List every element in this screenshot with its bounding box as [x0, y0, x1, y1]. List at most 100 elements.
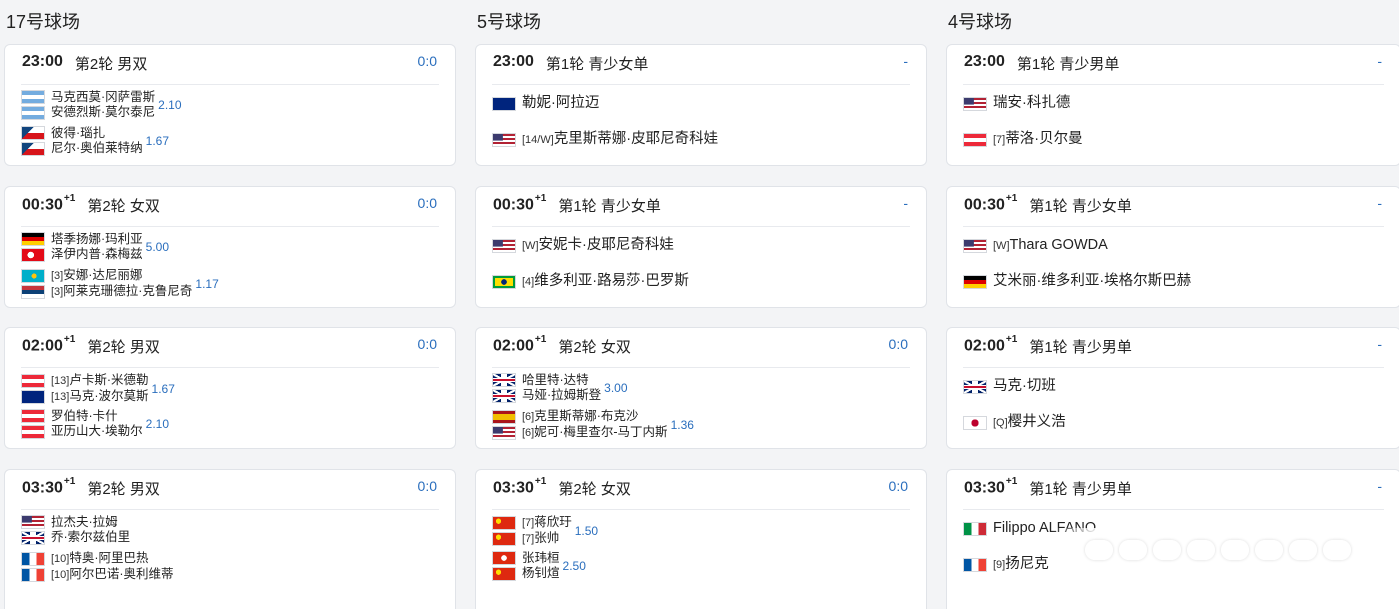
team-flags — [492, 551, 516, 581]
team-row[interactable]: 罗伯特·卡什 亚历山大·埃勒尔 2.10 — [21, 409, 439, 439]
player-name-text: 瑞安·科扎德 — [993, 95, 1071, 111]
match-score: 0:0 — [417, 478, 437, 494]
team-row[interactable]: [6]克里斯蒂娜·布克沙 [6]妮可·梅里查尔-马丁内斯 1.36 — [492, 409, 910, 441]
team-row[interactable]: 马克西莫·冈萨雷斯 安德烈斯·莫尔泰尼 2.10 — [21, 90, 439, 120]
placeholder-pill — [1323, 540, 1351, 560]
player-name-text: 尼尔·奥伯莱特纳 — [51, 141, 143, 155]
match-time-text: 03:30 — [964, 479, 1005, 497]
team-row[interactable]: 瑞安·科扎德 — [963, 96, 1384, 111]
team-row[interactable]: [W]安妮卡·皮耶尼奇科娃 — [492, 238, 910, 254]
betting-odds[interactable]: 2.50 — [563, 559, 586, 573]
team-flags — [21, 409, 45, 439]
team-row[interactable]: 勒妮·阿拉迈 — [492, 96, 910, 111]
team-row[interactable]: [W]Thara GOWDA — [963, 238, 1384, 254]
player-name: [4]维多利亚·路易莎·巴罗斯 — [522, 274, 689, 290]
court-title: 4号球场 — [948, 12, 1013, 32]
court-column: 17号球场 23:00 第2轮 男双 0:0 马克西莫·冈萨雷斯 安德烈斯·莫尔泰尼 2.1… — [4, 0, 458, 609]
match-card[interactable]: 00:30+1 第2轮 女双 0:0 塔季扬娜·玛利亚 泽伊内普·森梅兹 5.00 [3]安… — [4, 186, 456, 308]
player-names: 拉杰夫·拉姆 乔·索尔兹伯里 — [51, 515, 130, 545]
flag-icon — [963, 521, 987, 536]
player-name: [6]妮可·梅里查尔-马丁内斯 — [522, 425, 668, 441]
team-row[interactable]: 拉杰夫·拉姆 乔·索尔兹伯里 — [21, 515, 439, 545]
match-card[interactable]: 23:00 第1轮 青少男单 - 瑞安·科扎德 [7]蒂洛·贝尔曼 — [946, 44, 1399, 166]
betting-odds[interactable]: 3.00 — [604, 381, 627, 395]
flag-icon — [492, 551, 516, 565]
player-seed: [W] — [522, 240, 539, 252]
player-name: 杨钊煊 — [522, 566, 560, 581]
flag-icon — [21, 374, 45, 388]
match-card[interactable]: 00:30+1 第1轮 青少女单 - [W]安妮卡·皮耶尼奇科娃 [4]维多利亚·路易莎… — [475, 186, 927, 308]
placeholder-pill — [1153, 540, 1181, 560]
team-row[interactable]: 艾米丽·维多利亚·埃格尔斯巴赫 — [963, 274, 1384, 289]
team-row[interactable]: [7]蒂洛·贝尔曼 — [963, 132, 1384, 148]
team-row[interactable]: 塔季扬娜·玛利亚 泽伊内普·森梅兹 5.00 — [21, 232, 439, 262]
betting-odds[interactable]: 2.10 — [146, 417, 169, 431]
match-score: - — [1377, 53, 1382, 69]
team-row[interactable]: 哈里特·达特 马娅·拉姆斯登 3.00 — [492, 373, 910, 403]
match-time-text: 03:30 — [22, 479, 63, 497]
player-name-text: 泽伊内普·森梅兹 — [51, 247, 143, 261]
player-name-text: 阿莱克珊德拉·克鲁尼奇 — [63, 284, 193, 298]
placeholder-pill — [1085, 540, 1113, 560]
team-row[interactable]: [13]卢卡斯·米德勒 [13]马克·波尔莫斯 1.67 — [21, 373, 439, 405]
player-name-text: 张玮桓 — [522, 551, 560, 565]
player-name-text: 哈里特·达特 — [522, 373, 589, 387]
match-score: - — [1377, 195, 1382, 211]
match-card[interactable]: 02:00+1 第1轮 青少男单 - 马克·切班 [Q]樱井义浩 — [946, 327, 1399, 449]
player-name-text: 马克·切班 — [993, 378, 1056, 394]
player-names: [7]蒂洛·贝尔曼 — [993, 132, 1083, 148]
team-flags — [21, 126, 45, 156]
player-name: 马娅·拉姆斯登 — [522, 388, 601, 403]
team-row[interactable]: [Q]樱井义浩 — [963, 415, 1384, 431]
match-score: 0:0 — [417, 53, 437, 69]
flag-icon — [21, 568, 45, 582]
team-row[interactable]: [4]维多利亚·路易莎·巴罗斯 — [492, 274, 910, 290]
betting-odds[interactable]: 2.10 — [158, 98, 181, 112]
match-time: 02:00+1 — [22, 334, 75, 355]
player-name: 马克·切班 — [993, 379, 1056, 394]
betting-odds[interactable]: 1.36 — [671, 418, 694, 432]
betting-odds[interactable]: 1.67 — [152, 382, 175, 396]
match-score: - — [903, 195, 908, 211]
player-name-text: 安德烈斯·莫尔泰尼 — [51, 105, 156, 119]
team-row[interactable]: [10]特奥·阿里巴热 [10]阿尔巴诺·奥利维蒂 — [21, 551, 439, 583]
flag-icon — [492, 426, 516, 440]
betting-odds[interactable]: 1.17 — [195, 277, 218, 291]
team-row[interactable]: [3]安娜·达尼丽娜 [3]阿莱克珊德拉·克鲁尼奇 1.17 — [21, 268, 439, 300]
flag-icon — [21, 106, 45, 120]
team-row[interactable]: 张玮桓 杨钊煊 2.50 — [492, 551, 910, 581]
player-names: 勒妮·阿拉迈 — [522, 96, 599, 111]
team-flags — [963, 416, 987, 430]
placeholder-pill — [1221, 540, 1249, 560]
player-seed: [6] — [522, 411, 535, 423]
match-card[interactable]: 03:30+1 第2轮 男双 0:0 拉杰夫·拉姆 乔·索尔兹伯里 [10]特奥·阿里巴热… — [4, 469, 456, 609]
match-card[interactable]: 00:30+1 第1轮 青少女单 - [W]Thara GOWDA 艾米丽·维多利亚·埃… — [946, 186, 1399, 308]
player-name: 尼尔·奥伯莱特纳 — [51, 141, 143, 156]
player-name-text: 张帅 — [534, 531, 560, 545]
betting-odds[interactable]: 1.67 — [146, 134, 169, 148]
court-column: 5号球场 23:00 第1轮 青少女单 - 勒妮·阿拉迈 [14/W]克里斯蒂娜·皮耶尼奇… — [475, 0, 929, 609]
match-card[interactable]: 23:00 第2轮 男双 0:0 马克西莫·冈萨雷斯 安德烈斯·莫尔泰尼 2.10 彼得·瑙… — [4, 44, 456, 166]
player-name-text: 樱井义浩 — [1007, 414, 1066, 430]
player-name-text: 彼得·瑙扎 — [51, 126, 106, 140]
team-row[interactable]: [14/W]克里斯蒂娜·皮耶尼奇科娃 — [492, 132, 910, 148]
match-time-text: 00:30 — [22, 196, 63, 214]
match-score: 0:0 — [888, 336, 908, 352]
match-round: 第1轮 青少男单 — [1029, 339, 1132, 356]
match-header: 02:00+1 第2轮 男双 0:0 — [22, 334, 437, 358]
match-card[interactable]: 02:00+1 第2轮 女双 0:0 哈里特·达特 马娅·拉姆斯登 3.00 [6]克里斯蒂… — [475, 327, 927, 449]
player-name-text: 安娜·达尼丽娜 — [63, 268, 143, 282]
team-row[interactable]: 马克·切班 — [963, 379, 1384, 394]
player-names: [W]Thara GOWDA — [993, 238, 1108, 254]
betting-odds[interactable]: 5.00 — [146, 240, 169, 254]
match-card[interactable]: 03:30+1 第2轮 女双 0:0 [7]蒋欣玗 [7]张帅 1.50 张玮桓 杨钊煊 2.5… — [475, 469, 927, 609]
match-card[interactable]: 02:00+1 第2轮 男双 0:0 [13]卢卡斯·米德勒 [13]马克·波尔莫斯 1.… — [4, 327, 456, 449]
player-name-text: 卢卡斯·米德勒 — [69, 373, 149, 387]
team-row[interactable]: 彼得·瑙扎 尼尔·奥伯莱特纳 1.67 — [21, 126, 439, 156]
match-time: 00:30+1 — [493, 193, 546, 214]
match-card[interactable]: 23:00 第1轮 青少女单 - 勒妮·阿拉迈 [14/W]克里斯蒂娜·皮耶尼奇科娃 — [475, 44, 927, 166]
match-round: 第1轮 青少女单 — [558, 198, 661, 215]
flag-icon — [21, 232, 45, 246]
team-row[interactable]: [7]蒋欣玗 [7]张帅 1.50 — [492, 515, 910, 547]
betting-odds[interactable]: 1.50 — [575, 524, 598, 538]
